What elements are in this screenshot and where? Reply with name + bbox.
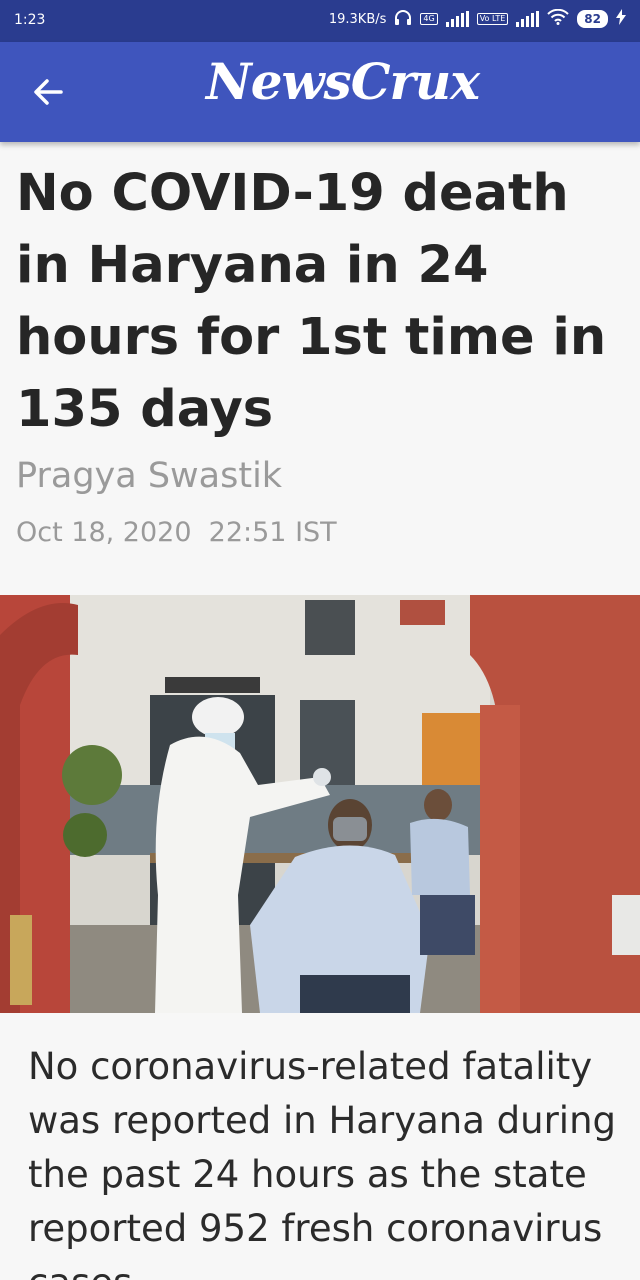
article-date: Oct 18, 2020 — [16, 517, 192, 548]
article-author[interactable]: Pragya Swastik — [16, 456, 282, 496]
article-headline: No COVID-19 death in Haryana in 24 hours… — [16, 164, 607, 439]
network-speed: 19.3KB/s — [328, 11, 387, 27]
signal-icon — [445, 11, 469, 27]
status-icons: 19.3KB/s 4G Vo LTE 82 — [328, 8, 626, 29]
volte-tag: Vo LTE — [476, 13, 509, 25]
arrow-left-icon — [34, 79, 63, 105]
article-photo — [0, 595, 640, 1013]
article-body: No coronavirus-related fatality was repo… — [28, 1045, 617, 1280]
signal-icon-2 — [516, 11, 540, 27]
network-type-tag: 4G — [420, 13, 438, 25]
status-bar: 1:23 19.3KB/s 4G Vo LTE 82 — [0, 0, 640, 42]
status-time: 1:23 — [14, 12, 46, 28]
battery-level: 82 — [577, 10, 608, 28]
headphones-icon — [394, 9, 412, 29]
wifi-icon — [547, 8, 570, 29]
back-button[interactable] — [28, 72, 68, 112]
article-time: 22:51 IST — [208, 517, 337, 548]
charging-icon — [616, 9, 626, 29]
app-logo: NewsCrux — [206, 52, 480, 111]
app-bar: NewsCrux — [0, 42, 640, 142]
article-dateline: Oct 18, 2020 22:51 IST — [16, 517, 337, 548]
